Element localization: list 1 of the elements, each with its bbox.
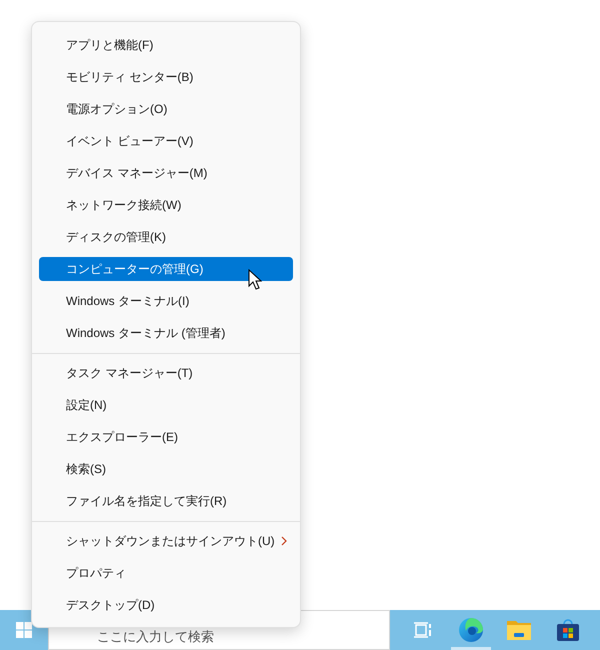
search-placeholder: ここに入力して検索 [97,628,214,646]
